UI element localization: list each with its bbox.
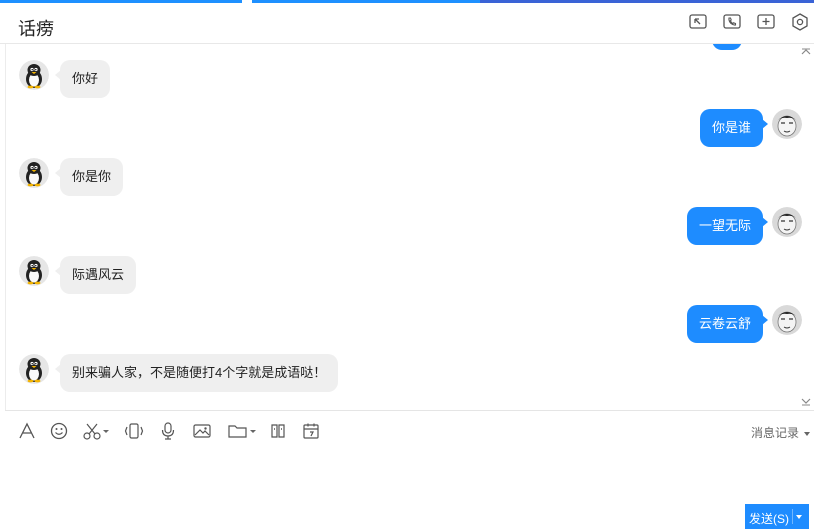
message-input[interactable] <box>5 451 814 501</box>
input-toolbar: 消息记录 <box>5 410 814 451</box>
message-bubble: 你是谁 <box>699 109 769 147</box>
message-bubble-partial <box>712 44 742 50</box>
message-row: 一望无际 <box>6 206 814 246</box>
phone-icon[interactable] <box>722 12 742 32</box>
message-history-button[interactable]: 消息记录 <box>751 424 810 441</box>
chat-header: 话痨 <box>0 3 814 44</box>
settings-icon[interactable] <box>790 12 810 32</box>
folder-icon[interactable] <box>227 421 257 441</box>
scroll-up-icon[interactable] <box>801 47 811 55</box>
message-row: 你是你 <box>6 157 814 197</box>
window-switch-icon[interactable] <box>688 12 708 32</box>
message-bubble: 你好 <box>54 60 111 98</box>
calendar-icon[interactable] <box>301 421 321 441</box>
avatar[interactable] <box>772 207 802 237</box>
avatar[interactable] <box>19 158 49 188</box>
divider <box>792 509 793 524</box>
image-icon[interactable] <box>192 421 212 441</box>
chat-title: 话痨 <box>18 19 54 39</box>
message-bubble: 你是你 <box>54 158 124 196</box>
message-bubble: 际遇风云 <box>54 256 137 294</box>
message-list[interactable]: 你好你是谁你是你一望无际际遇风云云卷云舒别来骗人家，不是随便打4个字就是成语哒！ <box>5 44 814 410</box>
message-row: 别来骗人家，不是随便打4个字就是成语哒！ <box>6 353 814 393</box>
message-row: 你是谁 <box>6 108 814 148</box>
message-bubble: 一望无际 <box>686 207 769 245</box>
emoji-icon[interactable] <box>49 421 69 441</box>
message-history-label: 消息记录 <box>750 426 799 440</box>
scroll-down-icon[interactable] <box>801 398 811 406</box>
avatar[interactable] <box>772 305 802 335</box>
gift-icon[interactable] <box>268 421 288 441</box>
send-label: 发送(S) <box>749 512 789 526</box>
add-icon[interactable] <box>756 12 776 32</box>
chevron-down-icon[interactable] <box>796 515 802 519</box>
message-row: 云卷云舒 <box>6 304 814 344</box>
mic-icon[interactable] <box>158 421 178 441</box>
avatar[interactable] <box>19 256 49 286</box>
message-bubble: 云卷云舒 <box>686 305 769 343</box>
send-button[interactable]: 发送(S) <box>745 504 809 529</box>
avatar[interactable] <box>19 60 49 90</box>
avatar[interactable] <box>19 354 49 384</box>
scissors-icon[interactable] <box>82 421 110 441</box>
message-row: 际遇风云 <box>6 255 814 295</box>
shake-icon[interactable] <box>124 421 144 441</box>
chevron-down-icon <box>804 431 810 436</box>
message-bubble: 别来骗人家，不是随便打4个字就是成语哒！ <box>54 354 339 392</box>
font-icon[interactable] <box>17 421 37 441</box>
avatar[interactable] <box>772 109 802 139</box>
message-row: 你好 <box>6 59 814 99</box>
